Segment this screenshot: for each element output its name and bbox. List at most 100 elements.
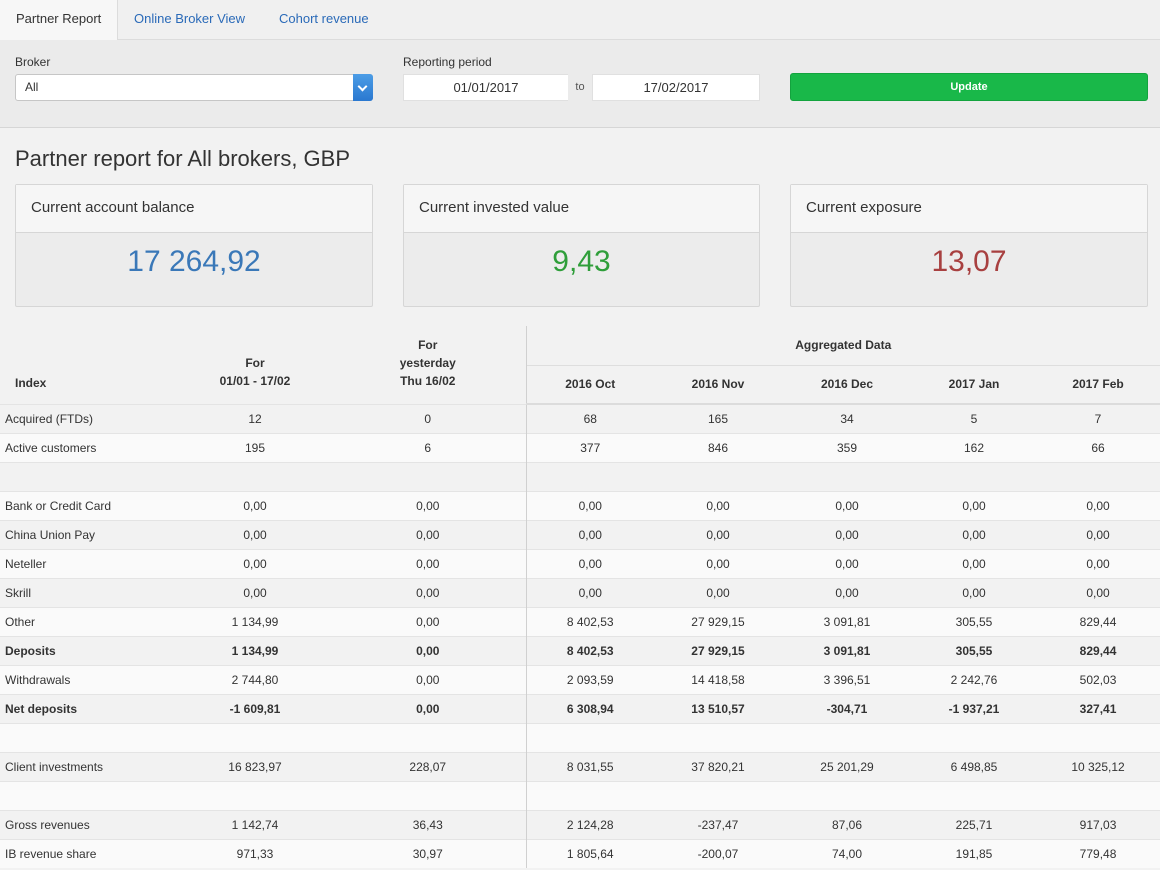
table-cell: IB revenue share — [0, 838, 180, 868]
table-cell: 0,00 — [330, 635, 527, 665]
dropdown-toggle[interactable] — [353, 74, 373, 101]
table-cell: 0,00 — [654, 519, 782, 549]
table-cell: China Union Pay — [0, 519, 180, 549]
table-cell: 0,00 — [330, 577, 527, 607]
table-cell — [180, 461, 330, 491]
table-cell: Deposits — [0, 635, 180, 665]
table-cell: 27 929,15 — [654, 606, 782, 636]
table-cell: -237,47 — [654, 809, 782, 839]
table-cell: 12 — [180, 403, 330, 433]
table-cell: 3 091,81 — [782, 635, 912, 665]
table-cell: -1 609,81 — [180, 693, 330, 723]
col-header-month: 2016 Dec — [782, 364, 912, 405]
card-invested-value: Current invested value 9,43 — [403, 184, 760, 307]
tab-online-broker-view[interactable]: Online Broker View — [118, 0, 261, 40]
table-cell: Bank or Credit Card — [0, 490, 180, 520]
table-cell: 0 — [330, 403, 527, 433]
table-spacer-row — [0, 461, 1160, 491]
card-value: 13,07 — [931, 245, 1007, 278]
table-cell — [1036, 461, 1160, 491]
table-spacer-row — [0, 780, 1160, 810]
table-cell: 0,00 — [782, 490, 912, 520]
table-cell: 0,00 — [1036, 519, 1160, 549]
table-cell: Other — [0, 606, 180, 636]
table-cell: 6 — [330, 432, 527, 462]
table-cell: 377 — [526, 432, 654, 462]
table-cell: -1 937,21 — [912, 693, 1036, 723]
table-cell: 0,00 — [526, 577, 654, 607]
table-cell: 36,43 — [330, 809, 527, 839]
table-cell: 359 — [782, 432, 912, 462]
table-cell: 917,03 — [1036, 809, 1160, 839]
broker-label: Broker — [15, 55, 51, 69]
table-cell — [330, 722, 527, 752]
table-cell: 0,00 — [180, 519, 330, 549]
table-cell: 16 823,97 — [180, 751, 330, 781]
table-cell — [1036, 780, 1160, 810]
table-cell: Neteller — [0, 548, 180, 578]
table-cell — [0, 722, 180, 752]
table-cell: 829,44 — [1036, 635, 1160, 665]
chevron-down-icon — [357, 81, 368, 92]
to-label: to — [568, 74, 592, 101]
col-header-month: 2017 Jan — [912, 364, 1036, 405]
tab-cohort-revenue[interactable]: Cohort revenue — [263, 0, 385, 40]
table-row: Client investments 16 823,97 228,07 8 031,5… — [0, 751, 1160, 781]
table-cell: 2 124,28 — [526, 809, 654, 839]
card-value: 9,43 — [552, 245, 611, 278]
col-header-index: Index — [0, 326, 180, 404]
table-cell: 14 418,58 — [654, 664, 782, 694]
date-to-input[interactable]: 17/02/2017 — [592, 74, 760, 101]
table-cell — [180, 780, 330, 810]
table-cell — [0, 780, 180, 810]
reporting-period-label: Reporting period — [403, 55, 492, 69]
table-cell: 305,55 — [912, 635, 1036, 665]
table-cell — [782, 461, 912, 491]
table-cell: 846 — [654, 432, 782, 462]
table-cell: 0,00 — [526, 548, 654, 578]
table-cell: Net deposits — [0, 693, 180, 723]
table-cell: 1 142,74 — [180, 809, 330, 839]
table-cell — [654, 780, 782, 810]
table-row: Bank or Credit Card 0,00 0,00 0,00 0,00 0,00 0… — [0, 490, 1160, 520]
table-cell: 0,00 — [782, 519, 912, 549]
table-row: Gross revenues 1 142,74 36,43 2 124,28 -237,… — [0, 809, 1160, 839]
table-cell: 0,00 — [654, 490, 782, 520]
card-label: Current invested value — [404, 185, 759, 233]
table-row: China Union Pay 0,00 0,00 0,00 0,00 0,00 0,00 0… — [0, 519, 1160, 549]
table-cell: 1 805,64 — [526, 838, 654, 868]
table-cell: 13 510,57 — [654, 693, 782, 723]
update-button[interactable]: Update — [790, 73, 1148, 101]
table-cell: 66 — [1036, 432, 1160, 462]
table-cell: 8 402,53 — [526, 606, 654, 636]
partner-report-table: Index For 01/01 - 17/02 For yesterday Th… — [0, 326, 1160, 868]
table-cell: 162 — [912, 432, 1036, 462]
col-header-yesterday: For yesterday Thu 16/02 — [330, 326, 527, 404]
broker-select-value: All — [25, 80, 39, 94]
table-cell: 0,00 — [1036, 577, 1160, 607]
table-cell — [180, 722, 330, 752]
table-cell — [912, 722, 1036, 752]
table-cell: 0,00 — [330, 606, 527, 636]
table-cell: 6 308,94 — [526, 693, 654, 723]
table-cell: 0,00 — [912, 490, 1036, 520]
table-cell: -304,71 — [782, 693, 912, 723]
table-cell: 0,00 — [782, 577, 912, 607]
date-from-input[interactable]: 01/01/2017 — [403, 74, 569, 101]
broker-select[interactable]: All — [15, 74, 373, 101]
card-value: 17 264,92 — [127, 245, 261, 278]
table-spacer-row — [0, 722, 1160, 752]
tab-partner-report[interactable]: Partner Report — [0, 0, 119, 41]
table-cell — [912, 780, 1036, 810]
table-cell: 0,00 — [912, 548, 1036, 578]
table-cell: 228,07 — [330, 751, 527, 781]
table-cell: 0,00 — [1036, 490, 1160, 520]
table-cell: 2 093,59 — [526, 664, 654, 694]
table-cell: 0,00 — [330, 693, 527, 723]
table-cell — [782, 722, 912, 752]
table-cell: 971,33 — [180, 838, 330, 868]
table-cell: 1 134,99 — [180, 606, 330, 636]
table-cell: 305,55 — [912, 606, 1036, 636]
col-header-month: 2016 Oct — [526, 364, 654, 405]
table-cell: 0,00 — [654, 548, 782, 578]
